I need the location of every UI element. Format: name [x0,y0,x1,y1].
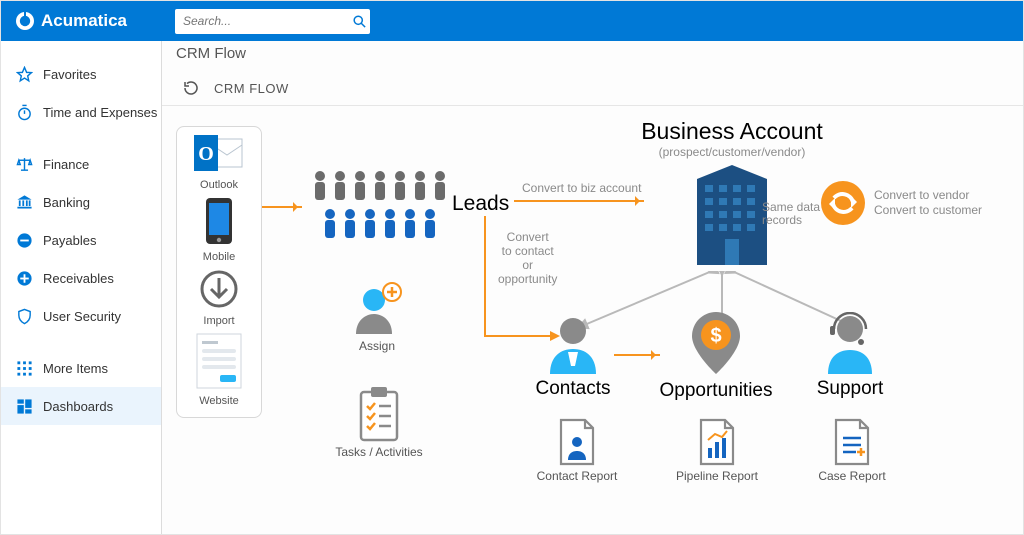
document-person-icon [522,418,632,466]
sidebar-item-banking[interactable]: Banking [1,183,161,221]
refresh-icon[interactable] [182,79,200,97]
source-label: Import [203,315,234,327]
brand-logo: Acumatica [1,1,161,41]
sidebar-item-label: Dashboards [43,399,113,414]
source-label: Mobile [203,251,235,263]
node-leads[interactable]: Leads [452,188,509,216]
label: Leads [452,192,509,216]
sidebar-item-favorites[interactable]: Favorites [1,55,161,93]
dashboard-icon [15,397,33,415]
label: Assign [334,339,420,353]
website-icon[interactable] [196,333,242,389]
search-input[interactable] [175,14,348,28]
person-icon [518,314,628,374]
search-box[interactable] [175,9,370,34]
node-contact-report[interactable]: Contact Report [522,418,632,483]
source-label: Outlook [200,179,238,191]
bank-icon [15,193,33,211]
sidebar-item-time-expenses[interactable]: Time and Expenses [1,93,161,131]
label: Case Report [802,469,902,483]
sidebar-item-dashboards[interactable]: Dashboards [1,387,161,425]
svg-text:O: O [198,143,214,165]
sidebar-item-label: Banking [43,195,90,210]
label: Contacts [518,378,628,400]
stopwatch-icon [15,103,33,121]
support-agent-icon [800,312,900,374]
node-support[interactable]: Support [800,312,900,400]
node-business-account[interactable]: Business Account (prospect/customer/vend… [622,114,842,265]
node-leads-people [310,168,450,240]
sidebar-item-payables[interactable]: Payables [1,221,161,259]
person-plus-icon [334,282,420,336]
edge-label: Convert to vendor [874,188,969,202]
label: Business Account [622,118,842,145]
sidebar-item-label: Favorites [43,67,96,82]
import-icon[interactable] [199,269,239,309]
node-contacts[interactable]: Contacts [518,314,628,400]
node-opportunities[interactable]: $ Opportunities [646,310,786,402]
sidebar-item-label: Payables [43,233,96,248]
node-case-report[interactable]: Case Report [802,418,902,483]
source-label: Website [199,395,239,407]
edge-label: Same data records [762,201,820,227]
arrow-icon [262,206,302,208]
plus-circle-icon [15,269,33,287]
mobile-icon[interactable] [204,197,234,245]
sources-card: O Outlook Mobile Import Website [176,126,262,418]
document-chart-icon [662,418,772,466]
sublabel: (prospect/customer/vendor) [622,145,842,159]
page-title: CRM FLOW [214,81,289,96]
sidebar-item-label: Receivables [43,271,114,286]
node-pipeline-report[interactable]: Pipeline Report [662,418,772,483]
sidebar-item-label: Time and Expenses [43,105,157,120]
edge-label: Convert to customer [874,203,982,217]
outlook-icon[interactable]: O [194,135,244,173]
diagram-canvas: O Outlook Mobile Import Website [162,106,1023,534]
sidebar-item-more-items[interactable]: More Items [1,349,161,387]
label: Support [800,378,900,400]
sidebar-item-finance[interactable]: Finance [1,145,161,183]
sidebar: Favorites Time and Expenses Finance Bank… [1,41,162,534]
clipboard-icon [324,386,434,442]
star-icon [15,65,33,83]
minus-circle-icon [15,231,33,249]
scales-icon [15,155,33,173]
sidebar-item-label: User Security [43,309,121,324]
breadcrumb: CRM Flow [162,41,1023,71]
document-list-icon [802,418,902,466]
node-tasks[interactable]: Tasks / Activities [324,386,434,459]
sidebar-item-receivables[interactable]: Receivables [1,259,161,297]
sync-icon[interactable] [820,180,866,226]
label: Pipeline Report [662,469,772,483]
shield-icon [15,307,33,325]
edge-label: Convert to contact or opportunity [498,230,557,286]
sidebar-item-label: More Items [43,361,108,376]
label: Contact Report [522,469,632,483]
dollar-pin-icon: $ [646,310,786,376]
svg-text:$: $ [710,325,721,347]
search-icon[interactable] [348,9,370,34]
brand-name: Acumatica [41,11,127,31]
label: Opportunities [646,380,786,402]
node-assign[interactable]: Assign [334,282,420,353]
label: Tasks / Activities [324,445,434,459]
sidebar-item-label: Finance [43,157,89,172]
grid-icon [15,359,33,377]
sidebar-item-user-security[interactable]: User Security [1,297,161,335]
